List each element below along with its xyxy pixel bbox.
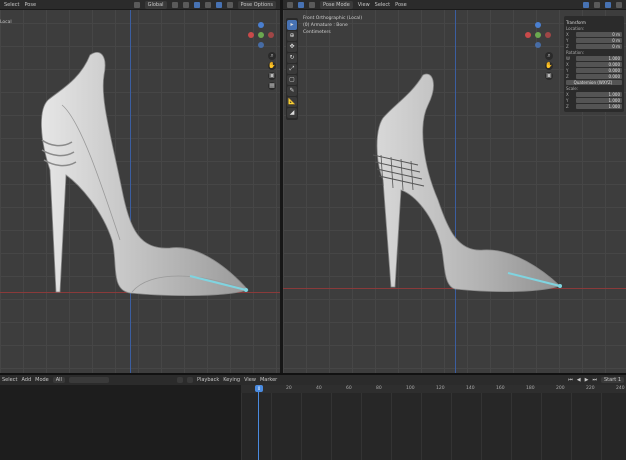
blender-window: Select Pose Global Pose Options Local ⌕ … [0, 0, 626, 460]
bottom-mode-menu[interactable]: Mode [35, 377, 49, 383]
play-reverse-icon[interactable]: ◀ [577, 377, 581, 383]
ruler-tick: 60 [346, 386, 352, 391]
keying-menu[interactable]: Keying [223, 377, 240, 383]
right-shoe-mesh[interactable] [283, 0, 626, 373]
ruler-tick: 100 [406, 386, 415, 391]
left-shoe-mesh[interactable] [0, 0, 280, 373]
bottom-add-menu[interactable]: Add [21, 377, 31, 383]
marker-menu[interactable]: Marker [260, 377, 277, 383]
ruler-tick: 200 [556, 386, 565, 391]
filter-all-dropdown[interactable]: All [52, 377, 65, 383]
ruler-tick: 180 [526, 386, 535, 391]
filter-icon[interactable] [176, 377, 183, 383]
ruler-tick: 220 [586, 386, 595, 391]
playback-menu[interactable]: Playback [197, 377, 219, 383]
timeline-header: Select Add Mode All Playback Keying View… [0, 375, 626, 385]
left-3d-viewport[interactable]: Select Pose Global Pose Options Local ⌕ … [0, 0, 280, 373]
timeline-area: Select Add Mode All Playback Keying View… [0, 373, 626, 460]
play-icon[interactable]: ▶ [585, 377, 589, 383]
right-3d-viewport[interactable]: Pose Mode View Select Pose ▸ ⊕ ✥ ↻ ⤢ ▢ ✎… [283, 0, 626, 373]
ruler-tick: 20 [286, 386, 292, 391]
ruler-tick: 40 [316, 386, 322, 391]
frame-ruler[interactable]: 0 20 40 60 80 100 120 140 160 180 200 220 240 [241, 385, 626, 393]
ruler-tick: 240 [616, 386, 625, 391]
search-field[interactable] [68, 377, 109, 383]
current-frame-indicator[interactable]: 0 [255, 385, 263, 392]
timeline-track-area[interactable] [241, 385, 626, 460]
ruler-tick: 120 [436, 386, 445, 391]
jump-end-icon[interactable]: ⏭ [592, 377, 597, 383]
bottom-select-menu[interactable]: Select [2, 377, 17, 383]
channel-list [0, 385, 240, 460]
jump-start-icon[interactable]: ⏮ [568, 377, 573, 383]
playhead-line[interactable] [258, 385, 259, 460]
ruler-tick: 80 [376, 386, 382, 391]
ruler-tick: 140 [466, 386, 475, 391]
timeline-view-menu[interactable]: View [244, 377, 256, 383]
ruler-tick: 160 [496, 386, 505, 391]
start-frame-field[interactable]: Start 1 [601, 377, 624, 383]
snap-icon[interactable] [186, 377, 193, 383]
